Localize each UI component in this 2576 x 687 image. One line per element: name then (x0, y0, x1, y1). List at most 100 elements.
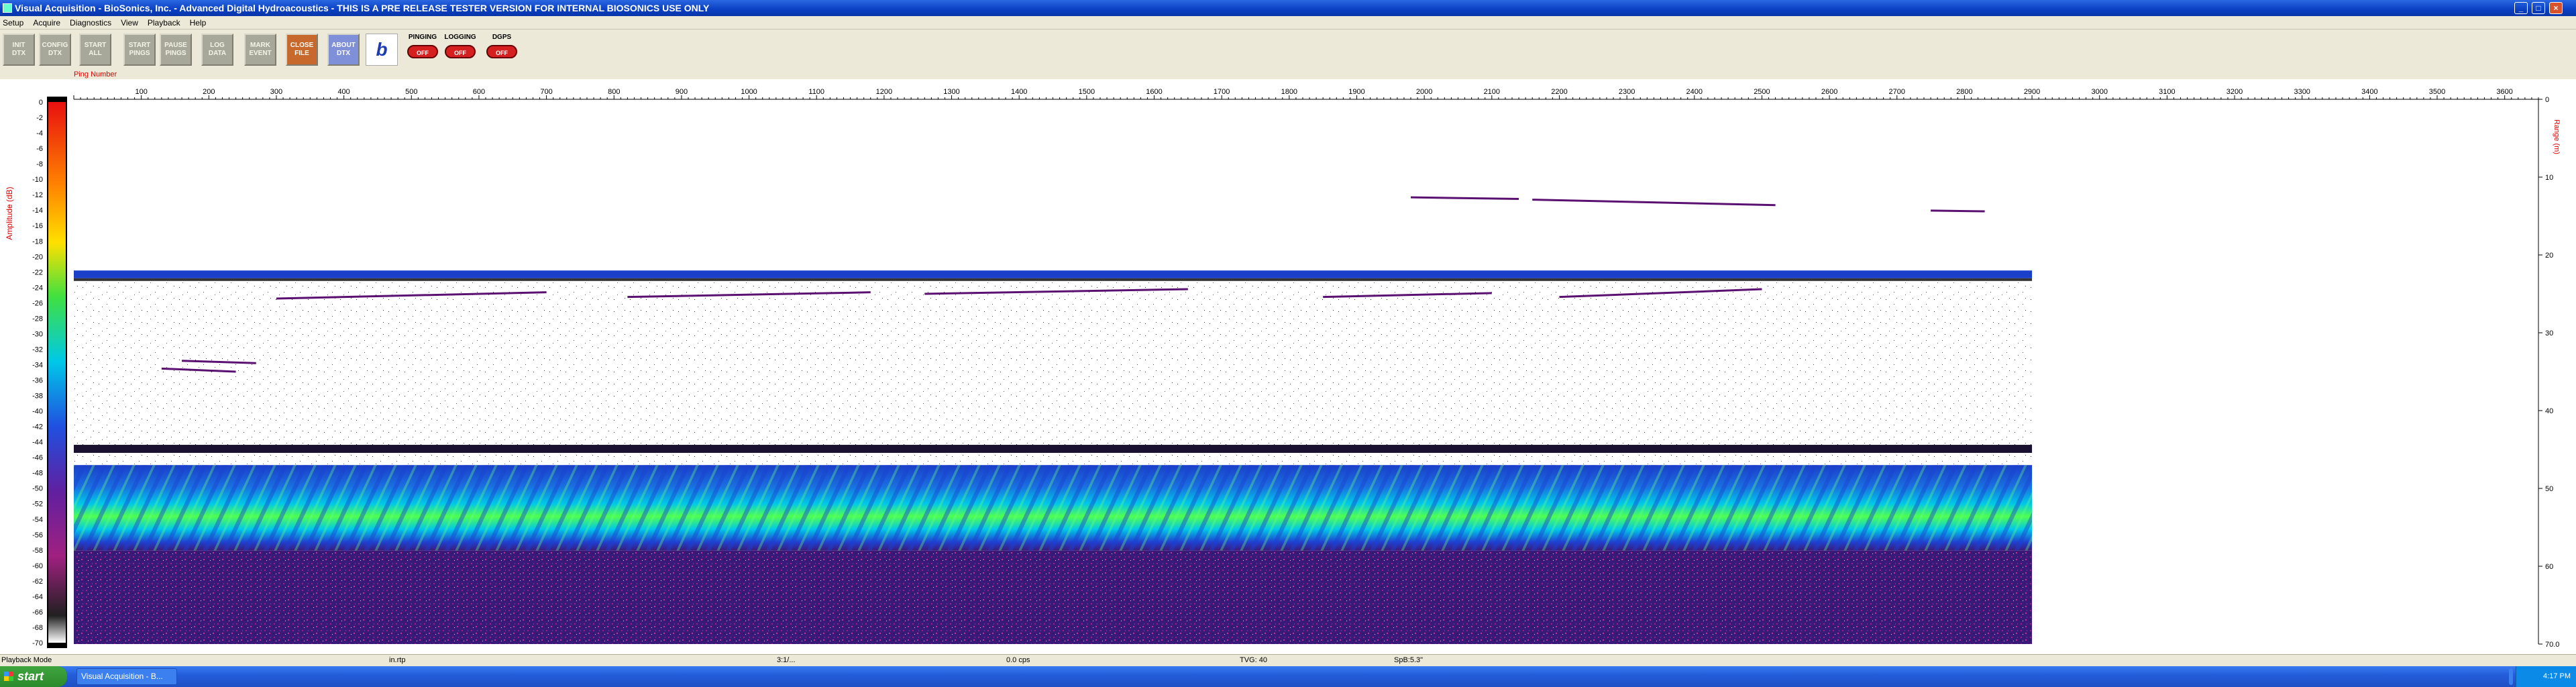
log-data-button[interactable]: LOG DATA (201, 34, 233, 66)
ping-tick-label: 2800 (1956, 88, 1972, 96)
window-title: Visual Acquisition - BioSonics, Inc. - A… (15, 3, 710, 13)
ping-tick-label: 600 (473, 88, 485, 96)
target-trace (1532, 199, 1776, 207)
status-rate: 0.0 cps (1006, 656, 1030, 664)
range-tick-label: 60 (2545, 563, 2553, 571)
mark-event-button[interactable]: MARK EVENT (244, 34, 276, 66)
status-tvg: TVG: 40 (1240, 656, 1267, 664)
menu-view[interactable]: View (121, 18, 138, 28)
sub-bottom-noise (74, 550, 2033, 644)
menu-help[interactable]: Help (190, 18, 207, 28)
start-all-button[interactable]: START ALL (79, 34, 111, 66)
amplitude-tick-label: -24 (32, 284, 43, 292)
taskbar-item-visual-acquisition[interactable]: Visual Acquisition - B... (76, 668, 177, 685)
amplitude-tick-label: -64 (32, 593, 43, 601)
toolbar: INIT DTX CONFIG DTX START ALL START PING… (0, 30, 2576, 71)
ping-tick-label: 1800 (1281, 88, 1297, 96)
menu-acquire[interactable]: Acquire (33, 18, 60, 28)
amplitude-tick-label: -70 (32, 639, 43, 647)
amplitude-tick-label: -60 (32, 562, 43, 570)
dgps-toggle[interactable]: DGPS OFF (484, 34, 519, 66)
ping-tick-label: 300 (270, 88, 282, 96)
range-tick-label: 10 (2545, 174, 2553, 182)
amplitude-tick-label: -30 (32, 330, 43, 338)
amplitude-tick-label: -34 (32, 361, 43, 369)
amplitude-tick-label: 0 (39, 99, 43, 107)
amplitude-axis-label: Amplitude (dB) (5, 187, 14, 240)
clock: 4:17 PM (2543, 672, 2571, 680)
ping-tick-label: 2900 (2024, 88, 2040, 96)
amplitude-tick-label: -62 (32, 578, 43, 586)
ping-tick-label: 2500 (1754, 88, 1770, 96)
close-icon[interactable]: × (2549, 2, 2563, 14)
pinging-state: OFF (407, 45, 438, 58)
start-pings-button[interactable]: START PINGS (123, 34, 156, 66)
ping-number-label: Ping Number (74, 70, 117, 78)
amplitude-tick-label: -32 (32, 346, 43, 354)
ping-tick-label: 2700 (1889, 88, 1905, 96)
amplitude-tick-label: -36 (32, 377, 43, 385)
amplitude-tick-label: -68 (32, 624, 43, 632)
menu-playback[interactable]: Playback (148, 18, 180, 28)
config-dtx-button[interactable]: CONFIG DTX (39, 34, 71, 66)
ping-tick-label: 700 (540, 88, 552, 96)
amplitude-tick-label: -22 (32, 268, 43, 276)
bottom-line (74, 445, 2033, 454)
ping-tick-label: 3000 (2091, 88, 2107, 96)
menu-setup[interactable]: Setup (3, 18, 23, 28)
ping-tick-label: 3500 (2429, 88, 2445, 96)
ping-tick-label: 2400 (1686, 88, 1703, 96)
echogram-plot (74, 196, 2033, 644)
ping-tick-label: 1500 (1079, 88, 1095, 96)
ping-tick-label: 2100 (1484, 88, 1500, 96)
amplitude-tick-label: -56 (32, 531, 43, 539)
range-tick-label: 0 (2545, 96, 2549, 104)
window-titlebar: Visual Acquisition - BioSonics, Inc. - A… (0, 0, 2576, 16)
amplitude-tick-label: -28 (32, 315, 43, 323)
status-bar: Playback Mode in.rtp 3:1/... 0.0 cps TVG… (0, 654, 2576, 666)
menu-bar: Setup Acquire Diagnostics View Playback … (0, 16, 2576, 30)
echogram-chart[interactable]: 0 -2 -4 -6 -8 -10 -12 -14 -16 -18 -20 -22 -24 -26 -28 -… (0, 79, 2576, 657)
about-dtx-button[interactable]: ABOUT DTX (327, 34, 360, 66)
amplitude-tick-label: -2 (36, 114, 43, 122)
range-tick-label: 70.0 (2545, 641, 2559, 649)
taskbar-item-extra[interactable] (2509, 668, 2513, 685)
ping-tick-label: 1000 (741, 88, 757, 96)
amplitude-tick-label: -12 (32, 191, 43, 199)
maximize-icon[interactable]: □ (2532, 2, 2545, 14)
ping-tick-label: 2000 (1416, 88, 1432, 96)
amplitude-tick-label: -48 (32, 470, 43, 478)
amplitude-color-scale: 0 -2 -4 -6 -8 -10 -12 -14 -16 -18 -20 -22 -24 -26 -28 -… (5, 97, 67, 648)
minimize-icon[interactable]: _ (2514, 2, 2528, 14)
amplitude-tick-label: -54 (32, 516, 43, 524)
logging-state: OFF (445, 45, 476, 58)
dgps-state: OFF (486, 45, 517, 58)
status-mode: Playback Mode (1, 656, 52, 664)
pinging-toggle[interactable]: PINGING OFF (405, 34, 440, 66)
system-tray: 4:17 PM (2516, 666, 2576, 687)
logging-toggle[interactable]: LOGGING OFF (443, 34, 478, 66)
amplitude-tick-label: -38 (32, 392, 43, 401)
bottom-layer-texture (74, 465, 2033, 551)
ping-tick-label: 2200 (1551, 88, 1567, 96)
pause-pings-button[interactable]: PAUSE PINGS (160, 34, 192, 66)
amplitude-tick-label: -18 (32, 237, 43, 246)
status-time: 3:1/... (777, 656, 796, 664)
surface-layer-edge (74, 278, 2033, 281)
amplitude-tick-label: -58 (32, 547, 43, 555)
ping-tick-label: 200 (203, 88, 215, 96)
status-input: in.rtp (389, 656, 406, 664)
close-file-button[interactable]: CLOSE FILE (286, 34, 318, 66)
target-trace (1410, 196, 1519, 200)
range-tick-label: 30 (2545, 329, 2553, 337)
ping-tick-label: 3300 (2294, 88, 2310, 96)
amplitude-tick-label: -42 (32, 423, 43, 431)
ping-tick-label: 400 (337, 88, 350, 96)
ping-tick-label: 1100 (808, 88, 824, 96)
amplitude-tick-label: -14 (32, 207, 43, 215)
ping-tick-label: 800 (608, 88, 620, 96)
menu-diagnostics[interactable]: Diagnostics (70, 18, 111, 28)
taskbar: start Visual Acquisition - B... 4:17 PM (0, 666, 2576, 687)
start-button[interactable]: start (0, 666, 67, 687)
init-dtx-button[interactable]: INIT DTX (3, 34, 35, 66)
